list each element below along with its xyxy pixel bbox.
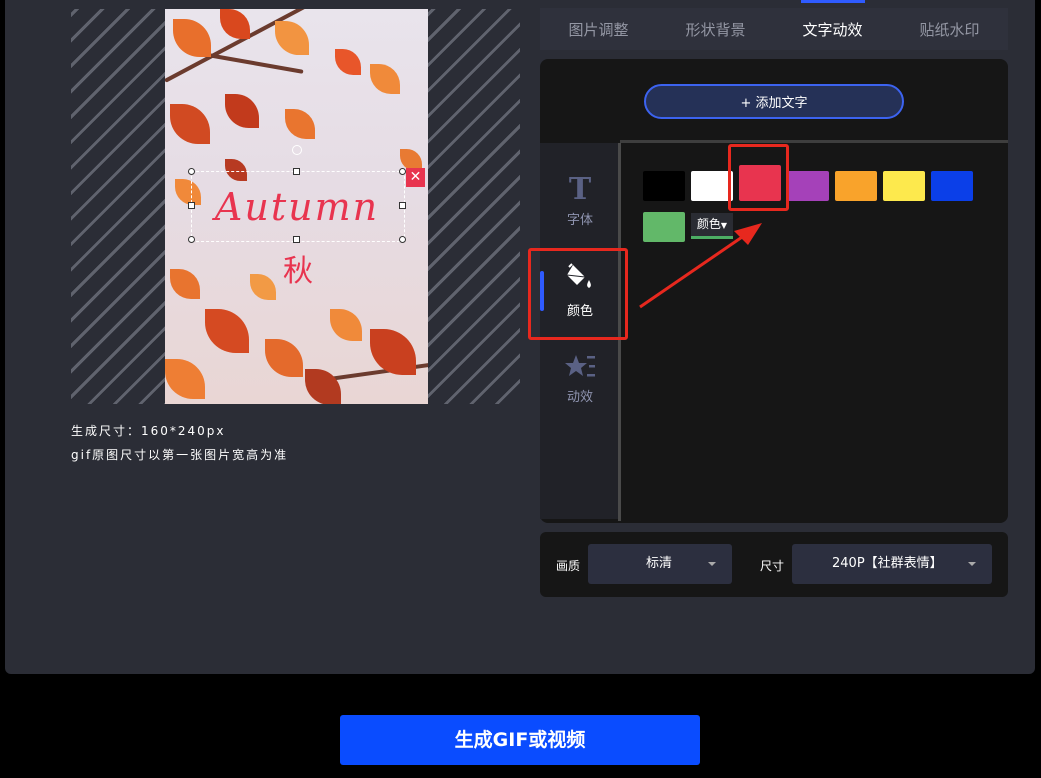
tab-image-adjust[interactable]: 图片调整 (540, 8, 657, 50)
sidenav-item-effects[interactable]: 动效 (540, 352, 620, 405)
overlay-text-sub[interactable]: 秋 (270, 246, 326, 290)
rotate-handle-icon[interactable] (292, 145, 302, 155)
chevron-down-icon (968, 562, 976, 566)
color-swatch[interactable] (835, 171, 877, 201)
sidenav-item-label: 动效 (566, 390, 593, 405)
color-swatch[interactable] (931, 171, 973, 201)
add-text-button[interactable]: + 添加文字 (644, 84, 904, 119)
overlay-text-main[interactable]: Autumn (191, 185, 403, 229)
annotation-highlight-swatch (728, 144, 789, 211)
size-select[interactable]: 240P【社群表情】 (792, 544, 992, 584)
resize-handle[interactable] (188, 168, 195, 175)
gif-size-note: gif原图尺寸以第一张图片宽高为准 (71, 448, 289, 462)
output-size-info: 生成尺寸：160*240px (71, 424, 226, 438)
font-T-icon: T (568, 172, 592, 207)
color-swatch[interactable] (691, 171, 733, 201)
tab-shape-background[interactable]: 形状背景 (657, 8, 774, 50)
size-value: 240P【社群表情】 (832, 556, 943, 571)
resize-handle[interactable] (293, 236, 300, 243)
resize-handle[interactable] (293, 168, 300, 175)
color-swatch[interactable] (883, 171, 925, 201)
tab-text-effects[interactable]: 文字动效 (774, 8, 891, 50)
annotation-arrow-icon (639, 223, 762, 309)
resize-handle[interactable] (188, 236, 195, 243)
delete-text-icon[interactable]: ✕ (406, 168, 425, 187)
color-swatch[interactable] (787, 171, 829, 201)
quality-value: 标清 (646, 556, 673, 571)
star-effect-icon (565, 355, 595, 377)
generate-gif-button[interactable]: 生成GIF或视频 (340, 715, 700, 765)
sidenav-item-font[interactable]: T 字体 (540, 172, 620, 229)
tab-bar: 图片调整 形状背景 文字动效 贴纸水印 (540, 8, 1008, 50)
resize-handle[interactable] (399, 236, 406, 243)
tab-sticker-watermark[interactable]: 贴纸水印 (891, 8, 1008, 50)
divider (620, 140, 1008, 143)
quality-select[interactable]: 标清 (588, 544, 732, 584)
sidenav-item-label: 字体 (566, 213, 593, 228)
active-tab-indicator (801, 0, 865, 3)
size-label: 尺寸 (760, 559, 785, 573)
color-swatch[interactable] (643, 171, 685, 201)
quality-label: 画质 (556, 559, 581, 573)
chevron-down-icon (708, 562, 716, 566)
resize-handle[interactable] (399, 168, 406, 175)
annotation-highlight-nav (528, 248, 628, 340)
